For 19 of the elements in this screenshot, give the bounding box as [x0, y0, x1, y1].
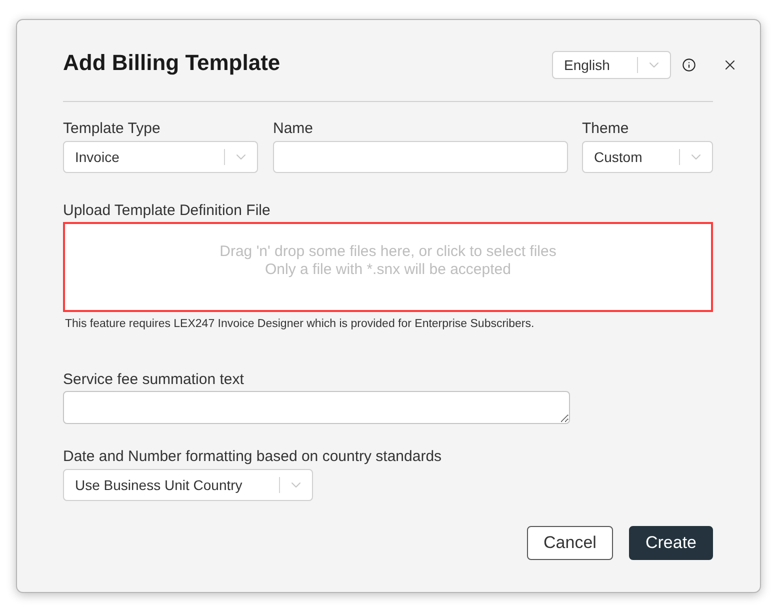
dropzone-instruction-text: Drag 'n' drop some files here, or click to select files — [220, 243, 556, 261]
field-label: Date and Number formatting based on country standards — [63, 448, 443, 466]
language-select[interactable]: English — [552, 51, 671, 79]
field-label: Upload Template Definition File — [63, 202, 272, 220]
info-icon[interactable] — [682, 58, 696, 72]
field-label: Template Type — [63, 120, 162, 138]
country-format-select[interactable]: Use Business Unit Country — [63, 469, 313, 501]
dropdown-select[interactable]: Custom — [582, 141, 713, 173]
create-button[interactable]: Create — [629, 526, 713, 560]
dropdown-select[interactable]: Invoice — [63, 141, 258, 173]
dropzone-instruction-text: Only a file with *.snx will be accepted — [265, 261, 511, 279]
field-label: Service fee summation text — [63, 371, 245, 389]
cancel-button[interactable]: Cancel — [527, 526, 613, 560]
textarea-field[interactable] — [63, 391, 570, 424]
text-input[interactable] — [273, 141, 568, 173]
field-label: Theme — [582, 120, 630, 138]
help-text: This feature requires LEX247 Invoice Designer which is provided for Enterprise Subscribers. — [65, 317, 536, 332]
dialog-title: Add Billing Template — [63, 49, 280, 77]
field-label: Name — [273, 120, 314, 138]
